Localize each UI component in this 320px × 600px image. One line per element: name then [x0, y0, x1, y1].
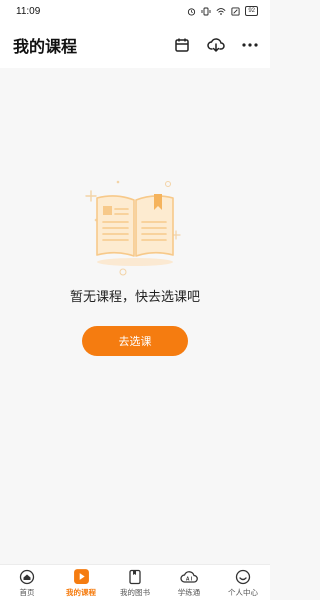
- more-button[interactable]: [240, 35, 260, 55]
- status-bar: 11:09 92: [0, 0, 270, 22]
- tab-my-courses[interactable]: 我的课程: [54, 568, 108, 598]
- smile-icon: [235, 569, 251, 584]
- bottom-tab-bar: 首页 我的课程 我的图书 A I 学练通 个人中心: [0, 564, 270, 600]
- svg-text:A I: A I: [186, 576, 193, 582]
- calendar-icon: [175, 38, 189, 52]
- app-header: 我的课程: [0, 22, 270, 68]
- play-icon: [73, 569, 89, 584]
- sim-icon: [231, 6, 240, 16]
- ai-cloud-icon: A I: [180, 570, 198, 583]
- tab-my-courses-label: 我的课程: [66, 587, 96, 597]
- tab-home-label: 首页: [19, 587, 35, 597]
- header-actions: [172, 35, 260, 55]
- empty-book-illustration: [85, 180, 181, 276]
- tab-xuelian-label: 学练通: [177, 587, 201, 597]
- cloud-download-icon: [207, 38, 225, 52]
- main-content: 暂无课程，快去选课吧 去选课: [0, 68, 270, 564]
- vibrate-icon: [201, 7, 211, 15]
- download-button[interactable]: [206, 35, 226, 55]
- tab-my-books[interactable]: 我的图书: [108, 568, 162, 598]
- more-dots-icon: [242, 43, 258, 47]
- battery-indicator: 92: [245, 6, 258, 16]
- select-course-button[interactable]: 去选课: [82, 326, 188, 356]
- status-time: 11:09: [16, 5, 41, 17]
- tab-home[interactable]: 首页: [0, 568, 54, 598]
- empty-state-message: 暂无课程，快去选课吧: [69, 289, 200, 304]
- calendar-button[interactable]: [172, 35, 192, 55]
- page-title: 我的课程: [13, 39, 78, 56]
- tab-profile-label: 个人中心: [228, 587, 258, 597]
- tab-xuelian[interactable]: A I 学练通: [162, 568, 216, 598]
- status-icons: 92: [187, 6, 258, 16]
- tab-my-books-label: 我的图书: [120, 587, 150, 597]
- wifi-icon: [216, 7, 226, 15]
- home-icon: [19, 569, 35, 584]
- tab-profile[interactable]: 个人中心: [216, 568, 270, 598]
- book-icon: [129, 569, 141, 584]
- alarm-icon: [188, 7, 196, 16]
